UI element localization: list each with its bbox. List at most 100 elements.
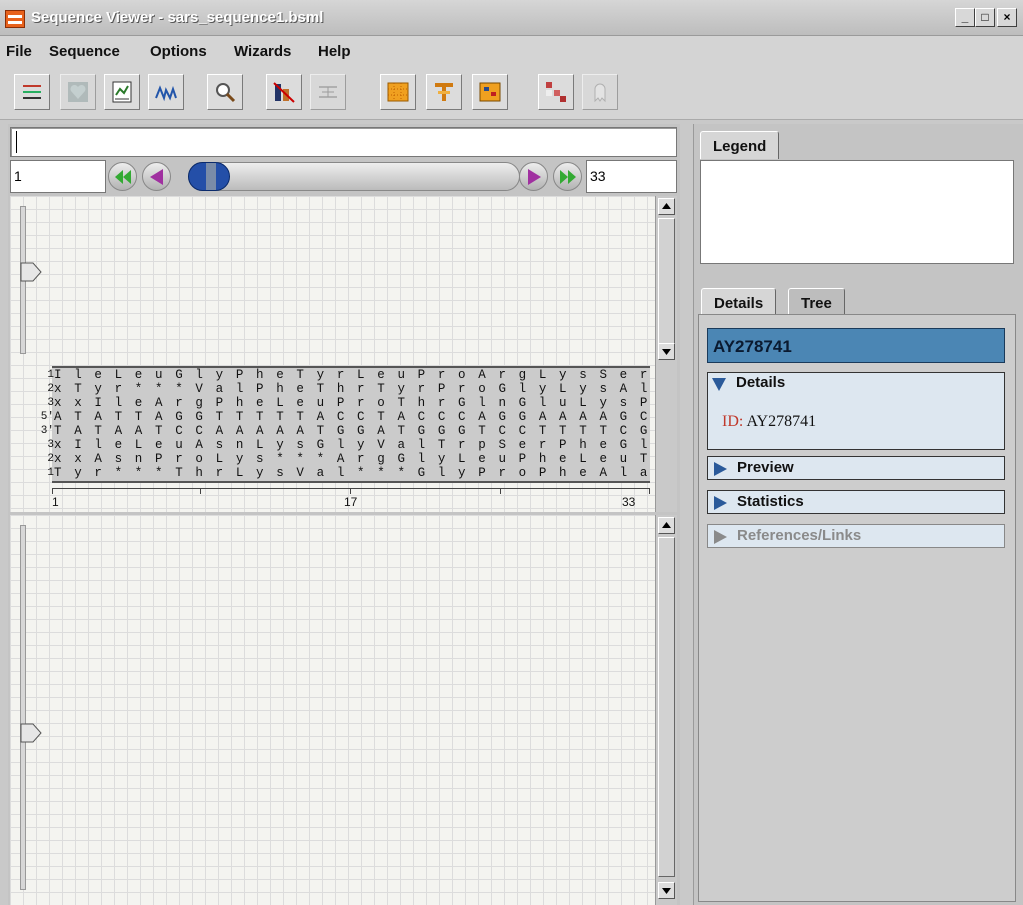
filter-lines-icon	[23, 85, 41, 99]
id-line: ID: AY278741	[722, 413, 816, 431]
maximize-button[interactable]: □	[975, 8, 995, 27]
tab-legend[interactable]: Legend	[700, 131, 780, 159]
tree-button[interactable]	[426, 74, 462, 110]
palette-button[interactable]	[538, 74, 574, 110]
sequence-pane: 1 I l e L e u G l y P h e T y r L e u P …	[10, 196, 655, 512]
next-button[interactable]	[519, 162, 548, 191]
ruler-tick	[52, 488, 53, 494]
zoom-slider-thumb[interactable]	[20, 262, 42, 282]
first-button[interactable]	[108, 162, 137, 191]
left-arrow-icon	[150, 169, 163, 185]
document-chart-icon	[112, 81, 132, 103]
statistics-section-label: Statistics	[737, 493, 804, 510]
sequence-row: I l e L e u G l y P h e T y r L e u P r …	[54, 368, 650, 382]
sequence-row: T y r * * * T h r L y s V a l * * * G l …	[54, 466, 650, 480]
bar-strike-button[interactable]	[266, 74, 302, 110]
accession-header: AY278741	[707, 328, 1005, 363]
search-input[interactable]	[10, 127, 677, 157]
preview-section-header[interactable]: Preview	[707, 456, 1005, 480]
ghost-button[interactable]	[582, 74, 618, 110]
align-button[interactable]	[310, 74, 346, 110]
slider-arrow-icon	[20, 262, 42, 282]
row-label: 3	[47, 439, 54, 451]
row-label: 2	[47, 453, 54, 465]
filter-lines-button[interactable]	[14, 74, 50, 110]
bar-strike-icon	[273, 82, 295, 103]
minimize-button[interactable]: _	[955, 8, 975, 27]
ruler-tick	[350, 488, 351, 494]
peaks-button[interactable]	[148, 74, 184, 110]
search-button[interactable]	[207, 74, 243, 110]
end-position-field[interactable]: 33	[586, 160, 677, 193]
grid-orange-icon	[387, 82, 409, 102]
matrix-icon	[479, 82, 501, 102]
last-button[interactable]	[553, 162, 582, 191]
double-right-arrow-icon	[560, 170, 576, 184]
align-icon	[319, 86, 337, 98]
menu-sequence[interactable]: Sequence	[49, 43, 120, 60]
toolbar	[0, 66, 1023, 120]
lower-slider-track[interactable]	[20, 525, 26, 890]
menu-wizards[interactable]: Wizards	[234, 43, 291, 60]
navigator: 1 33	[10, 160, 677, 194]
shape-button[interactable]	[60, 74, 96, 110]
tab-tree[interactable]: Tree	[788, 288, 845, 316]
previous-button[interactable]	[142, 162, 171, 191]
scroll-down-button[interactable]	[658, 343, 675, 360]
shape-heart-icon	[68, 82, 88, 102]
close-button[interactable]: ×	[997, 8, 1017, 27]
row-label: 2	[47, 383, 54, 395]
menu-file[interactable]: File	[6, 43, 32, 60]
scroll-up-button[interactable]	[658, 198, 675, 215]
peaks-icon	[155, 85, 177, 102]
legend-panel	[700, 160, 1014, 264]
sequence-row: x x I l e A r g P h e L e u P r o T h r …	[54, 396, 650, 410]
sequence-row: T A T A A T C C A A A A A T G G A T G G …	[54, 424, 650, 438]
palette-icon	[546, 82, 566, 102]
window-title: Sequence Viewer - sars_sequence1.bsml	[31, 9, 324, 26]
sequence-row: x x A s n P r o L y s * * * A r g G l y …	[54, 452, 650, 466]
statistics-section-header[interactable]: Statistics	[707, 490, 1005, 514]
navigator-track[interactable]	[188, 162, 520, 191]
row-label: 5'	[40, 411, 54, 423]
scroll-thumb[interactable]	[658, 218, 675, 348]
magnifier-icon	[216, 83, 236, 103]
double-left-arrow-icon	[115, 170, 131, 184]
tab-details[interactable]: Details	[701, 288, 777, 316]
up-arrow-icon	[662, 203, 671, 209]
menu-options[interactable]: Options	[150, 43, 207, 60]
up-arrow-icon	[662, 522, 671, 528]
references-section-header[interactable]: References/Links	[707, 524, 1005, 548]
collapsed-triangle-icon	[714, 462, 727, 476]
slider-arrow-icon	[20, 723, 42, 743]
app-icon	[5, 10, 25, 28]
id-key: ID:	[722, 413, 744, 430]
details-section-header[interactable]: Details	[707, 372, 1005, 396]
collapsed-triangle-icon	[714, 530, 727, 544]
title-bar: Sequence Viewer - sars_sequence1.bsml _ …	[0, 0, 1023, 36]
down-arrow-icon	[662, 349, 671, 355]
menu-bar: File Sequence Options Wizards Help	[0, 36, 1023, 66]
sequence-row: x I l e L e u A s n L y s G l y V a l T …	[54, 438, 650, 452]
ruler-start-label: 1	[52, 495, 59, 509]
document-chart-button[interactable]	[104, 74, 140, 110]
matrix-button[interactable]	[472, 74, 508, 110]
details-section-label: Details	[736, 374, 786, 391]
scroll-thumb[interactable]	[658, 537, 675, 877]
lower-scrollbar[interactable]	[655, 515, 677, 905]
menu-help[interactable]: Help	[318, 43, 351, 60]
right-arrow-icon	[528, 169, 541, 185]
sequence-row: x T y r * * * V a l P h e T h r T y r P …	[54, 382, 650, 396]
lower-slider-thumb[interactable]	[20, 723, 42, 743]
ruler-tick	[649, 488, 650, 494]
text-cursor	[16, 131, 17, 153]
row-label: 1	[47, 467, 54, 479]
scroll-up-button[interactable]	[658, 517, 675, 534]
sequence-scrollbar[interactable]	[655, 196, 677, 512]
scroll-down-button[interactable]	[658, 882, 675, 899]
tree-icon	[435, 83, 453, 101]
row-label: 1	[47, 369, 54, 381]
grid-button[interactable]	[380, 74, 416, 110]
navigator-thumb[interactable]	[188, 162, 230, 191]
start-position-field[interactable]: 1	[10, 160, 106, 193]
